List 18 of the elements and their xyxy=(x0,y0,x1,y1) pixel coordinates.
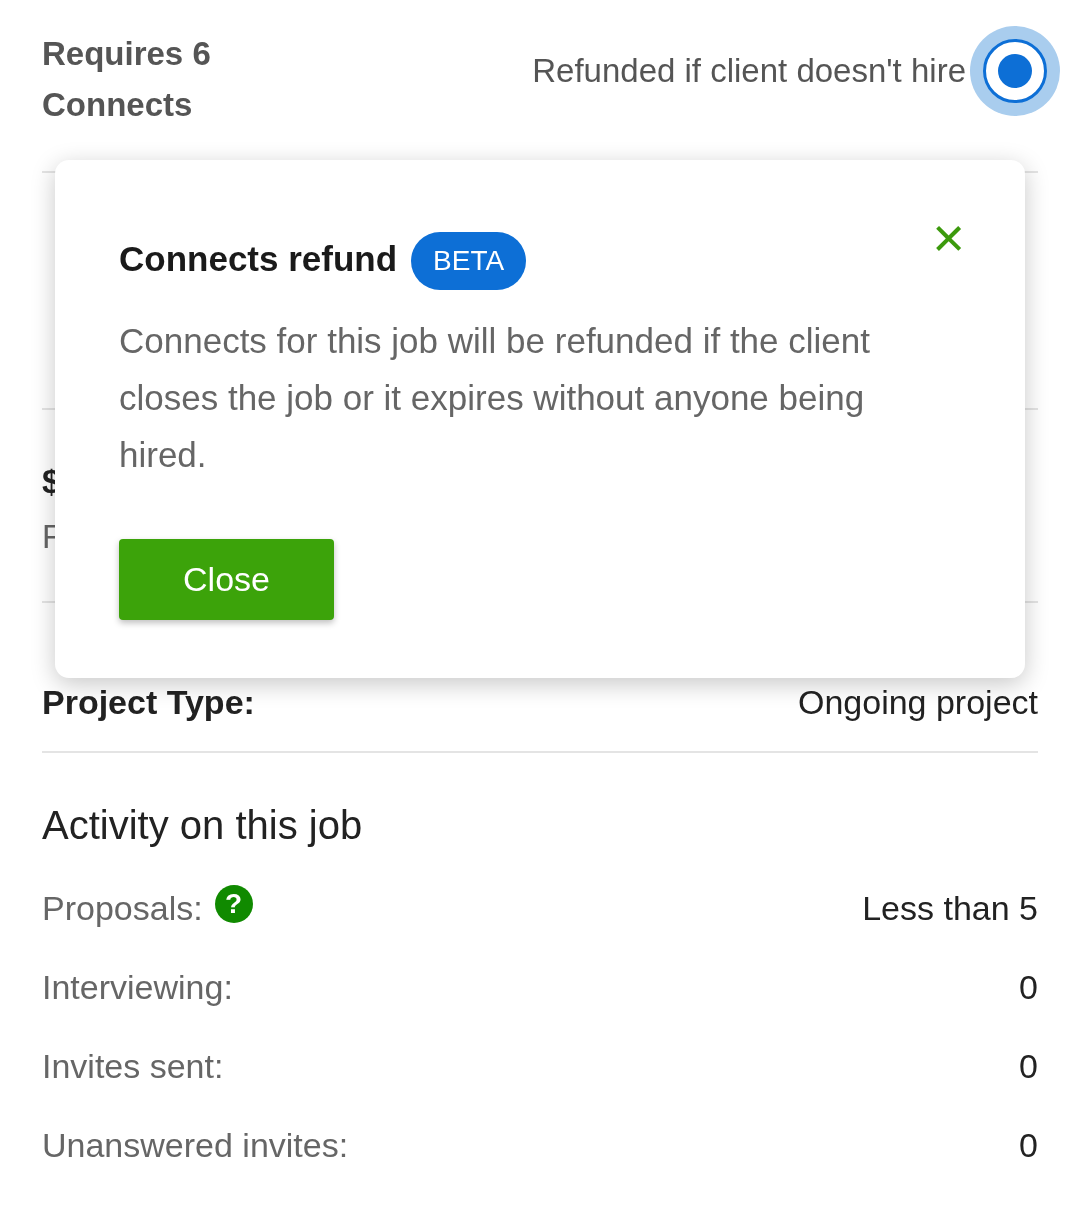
activity-label: Invites sent: xyxy=(42,1046,224,1087)
beta-badge: BETA xyxy=(411,232,527,290)
project-type-label: Project Type: xyxy=(42,682,255,723)
activity-value: 0 xyxy=(1019,967,1038,1008)
activity-value: 0 xyxy=(1019,1125,1038,1166)
project-type-value: Ongoing project xyxy=(797,682,1038,723)
requirement-text: Requires 6 Connects xyxy=(42,34,212,125)
dialog-message: Connects for this job will be refunded if the client closes the job or it expires without anyone being hired. xyxy=(119,320,871,476)
activity-label: Interviewing: xyxy=(42,967,233,1008)
activity-value: Less than 5 xyxy=(862,888,1038,929)
dialog-title: Connects refund xyxy=(119,237,398,280)
close-button[interactable]: Close xyxy=(119,539,334,620)
activity-value: 0 xyxy=(1019,1046,1038,1087)
help-icon[interactable]: ? xyxy=(214,884,253,923)
refund-label: Refunded if client doesn't hire xyxy=(532,51,966,92)
activity-label: Proposals: xyxy=(42,888,203,929)
section-heading: Activity on this job xyxy=(42,802,364,849)
activity-label: Unanswered invites: xyxy=(42,1125,349,1166)
